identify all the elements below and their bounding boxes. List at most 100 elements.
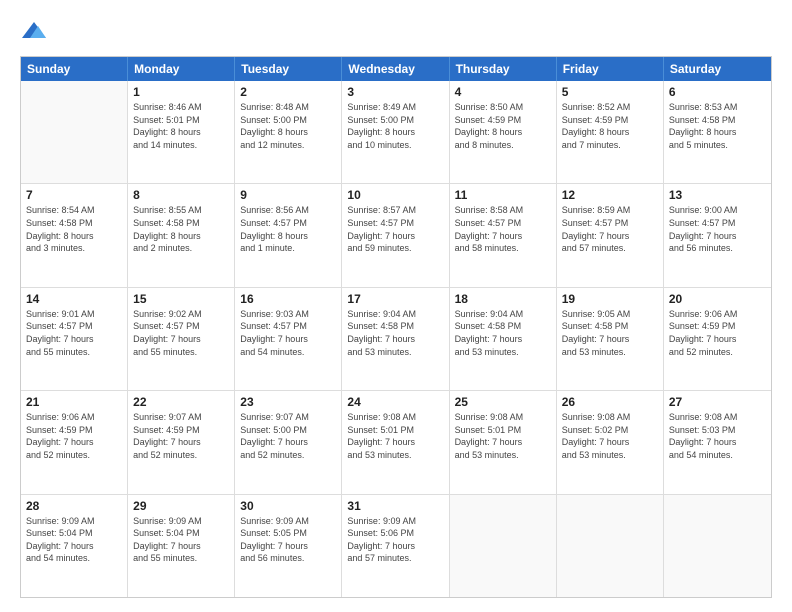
calendar-cell: 7Sunrise: 8:54 AM Sunset: 4:58 PM Daylig…	[21, 184, 128, 286]
calendar-cell	[21, 81, 128, 183]
calendar-header-cell: Tuesday	[235, 57, 342, 81]
calendar-row: 14 Sunrise: 9:01 AM Sunset: 4:57 PM Dayli…	[21, 288, 771, 391]
day-info: Sunrise: 8:49 AM Sunset: 5:00 PM Dayligh…	[347, 101, 443, 151]
header	[20, 18, 772, 46]
day-number: 21	[26, 395, 122, 409]
calendar-cell: 19Sunrise: 9:05 AM Sunset: 4:58 PM Dayli…	[557, 288, 664, 390]
calendar-cell: 22Sunrise: 9:07 AM Sunset: 4:59 PM Dayli…	[128, 391, 235, 493]
calendar-cell	[450, 495, 557, 597]
day-number: 2	[240, 85, 336, 99]
day-number: 4	[455, 85, 551, 99]
day-info: Sunrise: 8:50 AM Sunset: 4:59 PM Dayligh…	[455, 101, 551, 151]
day-info: Sunrise: 8:57 AM Sunset: 4:57 PM Dayligh…	[347, 204, 443, 254]
day-number: 9	[240, 188, 336, 202]
day-number: 13	[669, 188, 766, 202]
calendar-cell: 16Sunrise: 9:03 AM Sunset: 4:57 PM Dayli…	[235, 288, 342, 390]
day-info: Sunrise: 9:09 AM Sunset: 5:04 PM Dayligh…	[26, 515, 122, 565]
day-info: Sunrise: 8:59 AM Sunset: 4:57 PM Dayligh…	[562, 204, 658, 254]
day-number: 17	[347, 292, 443, 306]
calendar-cell: 13 Sunrise: 9:00 AM Sunset: 4:57 PM Dayli…	[664, 184, 771, 286]
day-info: Sunrise: 8:48 AM Sunset: 5:00 PM Dayligh…	[240, 101, 336, 151]
calendar-cell: 31 Sunrise: 9:09 AM Sunset: 5:06 PM Dayli…	[342, 495, 449, 597]
day-number: 28	[26, 499, 122, 513]
day-number: 26	[562, 395, 658, 409]
calendar-cell: 1Sunrise: 8:46 AM Sunset: 5:01 PM Daylig…	[128, 81, 235, 183]
day-number: 31	[347, 499, 443, 513]
day-info: Sunrise: 9:09 AM Sunset: 5:04 PM Dayligh…	[133, 515, 229, 565]
calendar-row: 7Sunrise: 8:54 AM Sunset: 4:58 PM Daylig…	[21, 184, 771, 287]
day-number: 12	[562, 188, 658, 202]
day-info: Sunrise: 9:06 AM Sunset: 4:59 PM Dayligh…	[669, 308, 766, 358]
calendar-row: 21 Sunrise: 9:06 AM Sunset: 4:59 PM Dayli…	[21, 391, 771, 494]
day-info: Sunrise: 9:08 AM Sunset: 5:03 PM Dayligh…	[669, 411, 766, 461]
calendar-header-cell: Monday	[128, 57, 235, 81]
day-number: 19	[562, 292, 658, 306]
logo	[20, 18, 52, 46]
calendar-cell: 29 Sunrise: 9:09 AM Sunset: 5:04 PM Dayli…	[128, 495, 235, 597]
calendar-cell: 12 Sunrise: 8:59 AM Sunset: 4:57 PM Dayli…	[557, 184, 664, 286]
calendar-cell	[664, 495, 771, 597]
day-number: 29	[133, 499, 229, 513]
calendar-header-cell: Thursday	[450, 57, 557, 81]
calendar-cell: 30 Sunrise: 9:09 AM Sunset: 5:05 PM Dayli…	[235, 495, 342, 597]
calendar-cell: 3 Sunrise: 8:49 AM Sunset: 5:00 PM Daylig…	[342, 81, 449, 183]
day-number: 11	[455, 188, 551, 202]
day-number: 20	[669, 292, 766, 306]
calendar-cell: 4 Sunrise: 8:50 AM Sunset: 4:59 PM Daylig…	[450, 81, 557, 183]
calendar-header-cell: Wednesday	[342, 57, 449, 81]
day-info: Sunrise: 9:06 AM Sunset: 4:59 PM Dayligh…	[26, 411, 122, 461]
day-number: 6	[669, 85, 766, 99]
day-info: Sunrise: 9:04 AM Sunset: 4:58 PM Dayligh…	[455, 308, 551, 358]
calendar-cell	[557, 495, 664, 597]
day-number: 10	[347, 188, 443, 202]
calendar: SundayMondayTuesdayWednesdayThursdayFrid…	[20, 56, 772, 598]
calendar-cell: 15 Sunrise: 9:02 AM Sunset: 4:57 PM Dayli…	[128, 288, 235, 390]
day-info: Sunrise: 8:53 AM Sunset: 4:58 PM Dayligh…	[669, 101, 766, 151]
calendar-cell: 5Sunrise: 8:52 AM Sunset: 4:59 PM Daylig…	[557, 81, 664, 183]
day-number: 8	[133, 188, 229, 202]
day-info: Sunrise: 9:04 AM Sunset: 4:58 PM Dayligh…	[347, 308, 443, 358]
day-number: 27	[669, 395, 766, 409]
day-number: 14	[26, 292, 122, 306]
calendar-header-cell: Sunday	[21, 57, 128, 81]
day-info: Sunrise: 8:58 AM Sunset: 4:57 PM Dayligh…	[455, 204, 551, 254]
calendar-cell: 8 Sunrise: 8:55 AM Sunset: 4:58 PM Daylig…	[128, 184, 235, 286]
calendar-row: 28 Sunrise: 9:09 AM Sunset: 5:04 PM Dayli…	[21, 495, 771, 597]
day-info: Sunrise: 9:00 AM Sunset: 4:57 PM Dayligh…	[669, 204, 766, 254]
day-info: Sunrise: 8:56 AM Sunset: 4:57 PM Dayligh…	[240, 204, 336, 254]
calendar-header-cell: Friday	[557, 57, 664, 81]
day-number: 25	[455, 395, 551, 409]
day-number: 22	[133, 395, 229, 409]
day-info: Sunrise: 9:07 AM Sunset: 5:00 PM Dayligh…	[240, 411, 336, 461]
calendar-body: 1Sunrise: 8:46 AM Sunset: 5:01 PM Daylig…	[21, 81, 771, 597]
day-info: Sunrise: 9:01 AM Sunset: 4:57 PM Dayligh…	[26, 308, 122, 358]
day-info: Sunrise: 9:09 AM Sunset: 5:05 PM Dayligh…	[240, 515, 336, 565]
day-info: Sunrise: 9:08 AM Sunset: 5:02 PM Dayligh…	[562, 411, 658, 461]
calendar-row: 1Sunrise: 8:46 AM Sunset: 5:01 PM Daylig…	[21, 81, 771, 184]
calendar-cell: 20 Sunrise: 9:06 AM Sunset: 4:59 PM Dayli…	[664, 288, 771, 390]
day-number: 23	[240, 395, 336, 409]
day-number: 1	[133, 85, 229, 99]
calendar-cell: 10 Sunrise: 8:57 AM Sunset: 4:57 PM Dayli…	[342, 184, 449, 286]
calendar-cell: 24Sunrise: 9:08 AM Sunset: 5:01 PM Dayli…	[342, 391, 449, 493]
calendar-cell: 18Sunrise: 9:04 AM Sunset: 4:58 PM Dayli…	[450, 288, 557, 390]
day-number: 15	[133, 292, 229, 306]
calendar-cell: 9 Sunrise: 8:56 AM Sunset: 4:57 PM Daylig…	[235, 184, 342, 286]
page: SundayMondayTuesdayWednesdayThursdayFrid…	[0, 0, 792, 612]
calendar-cell: 6 Sunrise: 8:53 AM Sunset: 4:58 PM Daylig…	[664, 81, 771, 183]
day-number: 5	[562, 85, 658, 99]
logo-icon	[20, 18, 48, 46]
day-number: 3	[347, 85, 443, 99]
calendar-cell: 17 Sunrise: 9:04 AM Sunset: 4:58 PM Dayli…	[342, 288, 449, 390]
day-info: Sunrise: 9:02 AM Sunset: 4:57 PM Dayligh…	[133, 308, 229, 358]
day-number: 24	[347, 395, 443, 409]
calendar-cell: 28 Sunrise: 9:09 AM Sunset: 5:04 PM Dayli…	[21, 495, 128, 597]
calendar-header: SundayMondayTuesdayWednesdayThursdayFrid…	[21, 57, 771, 81]
day-info: Sunrise: 9:09 AM Sunset: 5:06 PM Dayligh…	[347, 515, 443, 565]
day-number: 30	[240, 499, 336, 513]
calendar-header-cell: Saturday	[664, 57, 771, 81]
day-info: Sunrise: 8:54 AM Sunset: 4:58 PM Dayligh…	[26, 204, 122, 254]
day-number: 16	[240, 292, 336, 306]
day-info: Sunrise: 8:55 AM Sunset: 4:58 PM Dayligh…	[133, 204, 229, 254]
calendar-cell: 2 Sunrise: 8:48 AM Sunset: 5:00 PM Daylig…	[235, 81, 342, 183]
